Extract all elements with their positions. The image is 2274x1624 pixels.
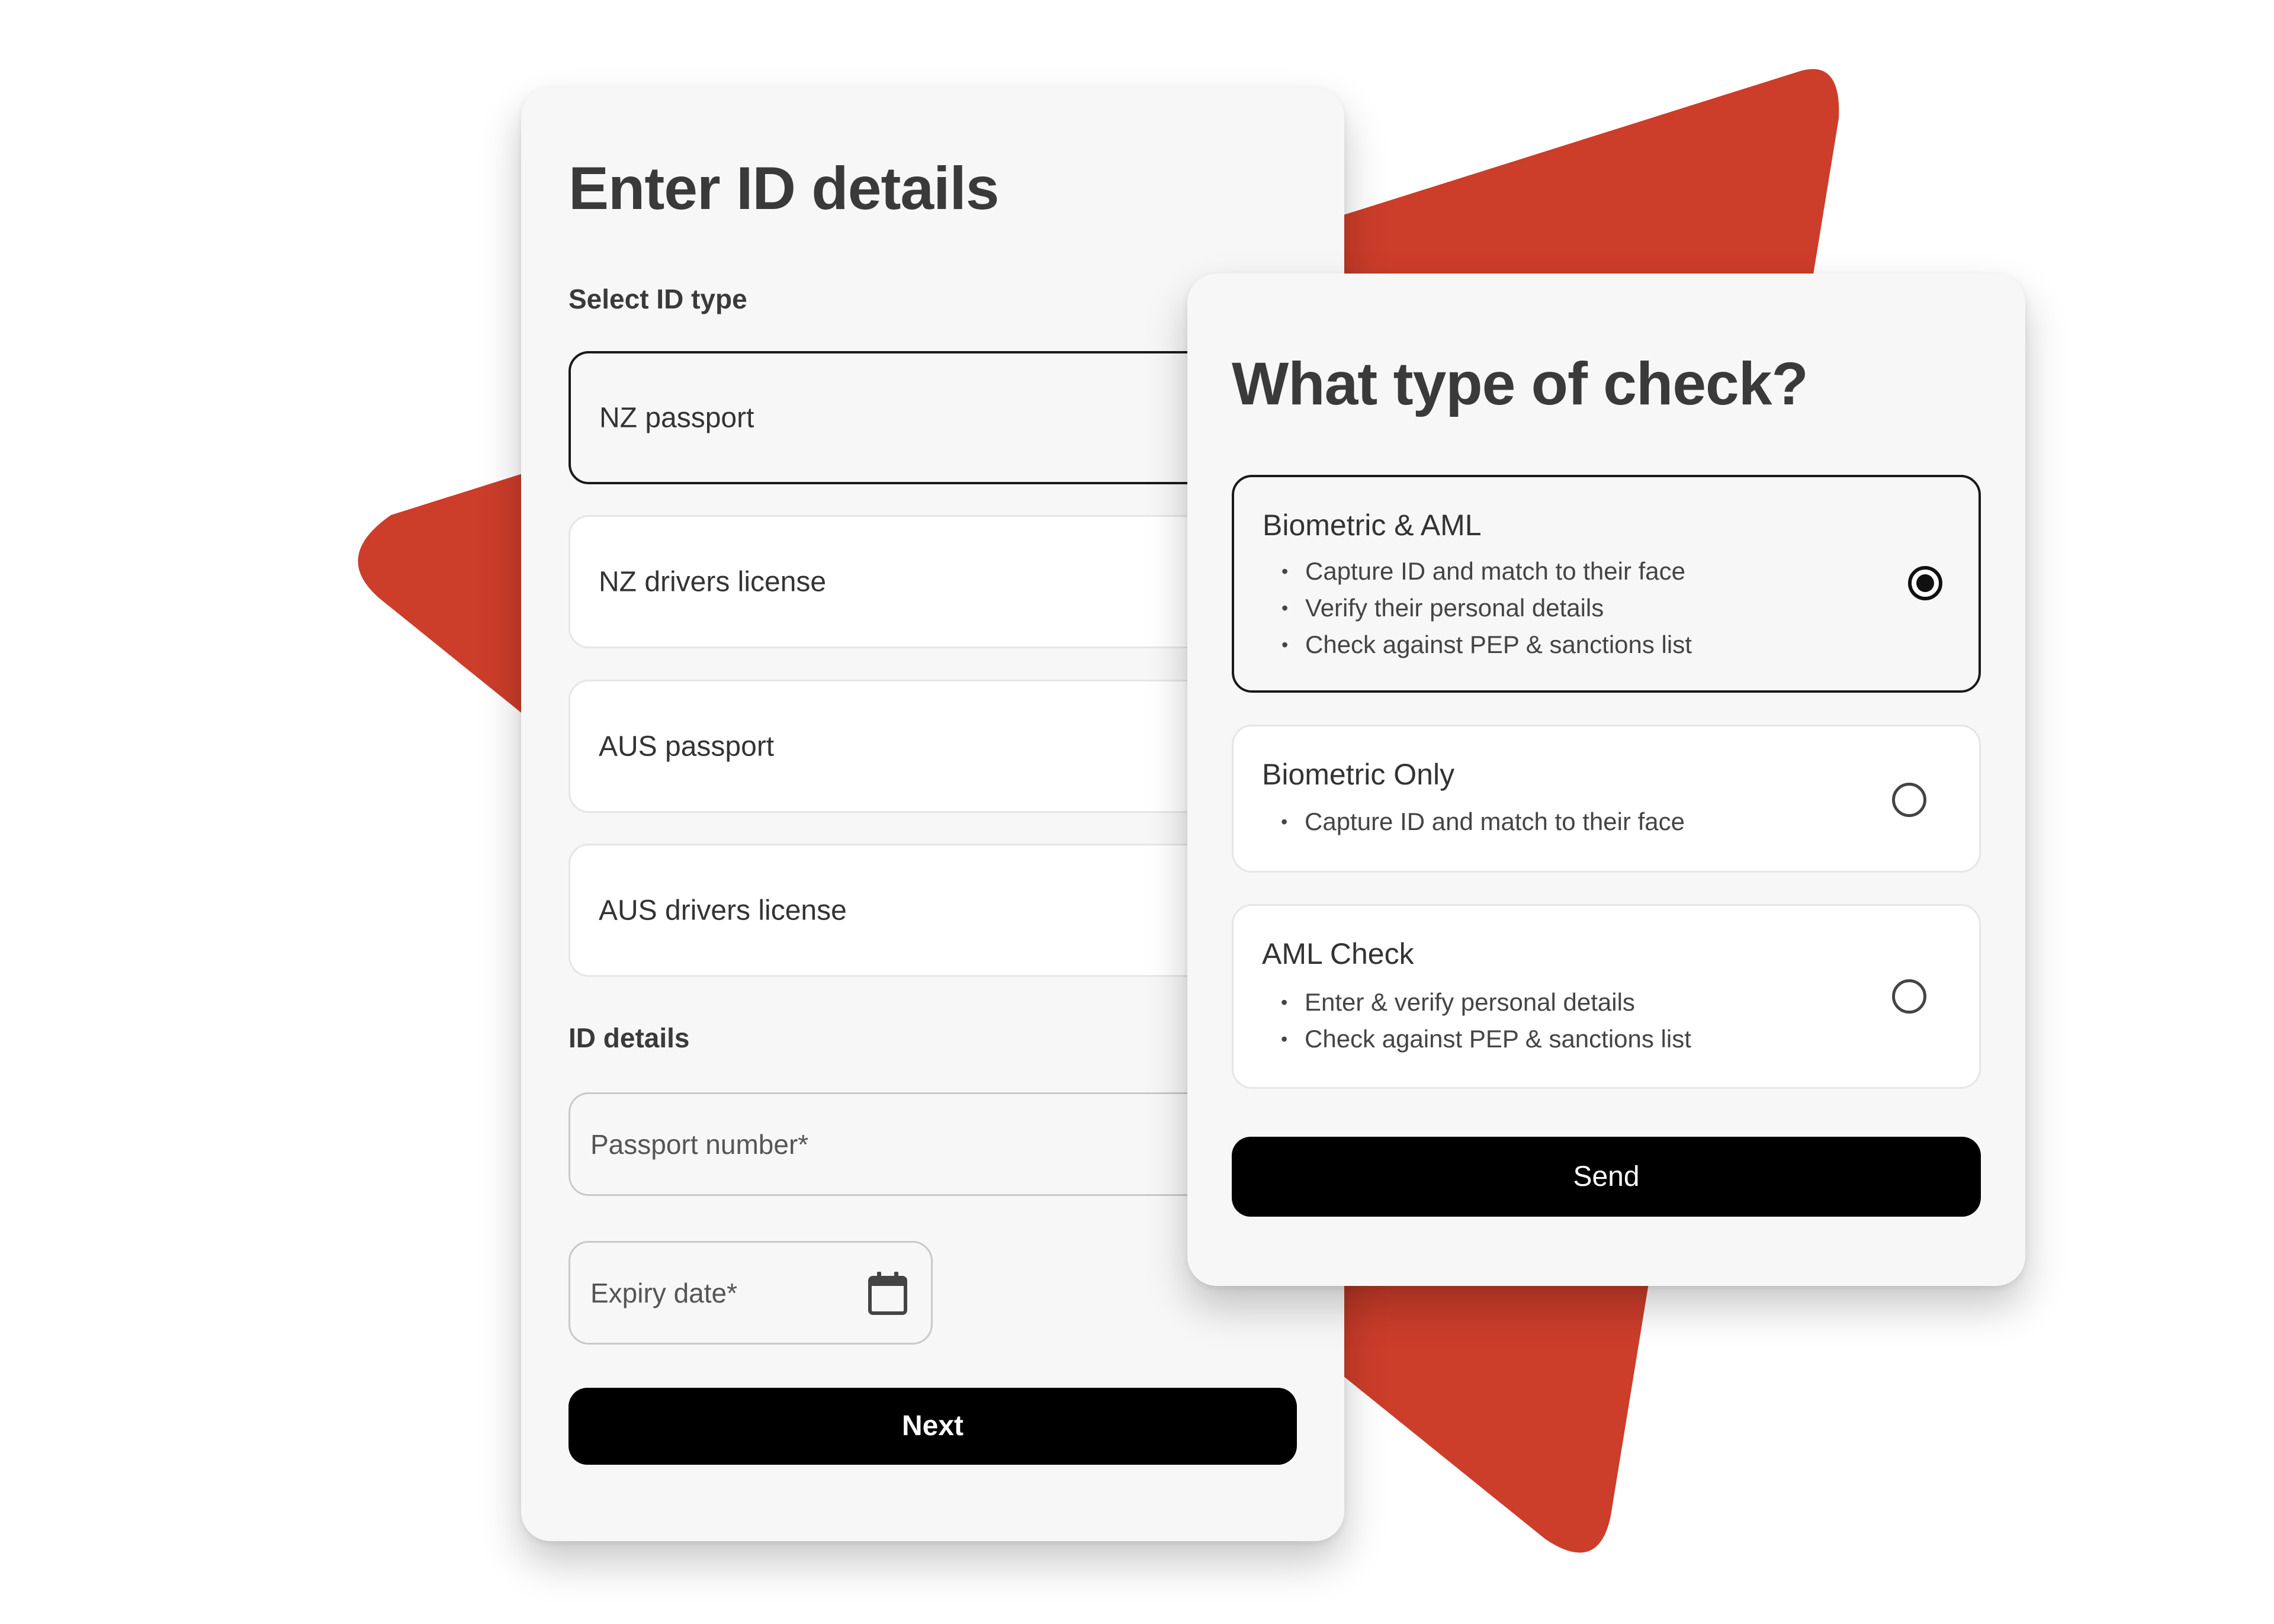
check-option-bullet: Check against PEP & sanctions list (1281, 626, 1692, 663)
radio-unselected-icon[interactable] (1892, 783, 1926, 817)
check-option-bullets: Enter & verify personal details Check ag… (1281, 984, 1691, 1057)
check-option-aml[interactable]: AML Check Enter & verify personal detail… (1232, 904, 1981, 1089)
id-type-option-label: NZ drivers license (599, 566, 827, 597)
check-type-card: What type of check? Biometric & AML Capt… (1187, 274, 2025, 1286)
check-option-bullet: Capture ID and match to their face (1281, 553, 1692, 590)
check-option-bullets: Capture ID and match to their face (1281, 803, 1685, 840)
check-option-bullet: Check against PEP & sanctions list (1281, 1021, 1691, 1057)
id-card-title: Enter ID details (568, 155, 1000, 222)
expiry-date-input[interactable] (590, 1243, 839, 1343)
id-type-option-label: NZ passport (599, 402, 754, 433)
check-option-biometric-only[interactable]: Biometric Only Capture ID and match to t… (1232, 725, 1981, 873)
next-button[interactable]: Next (568, 1388, 1297, 1465)
check-option-bullet: Enter & verify personal details (1281, 984, 1691, 1021)
check-option-bullet: Verify their personal details (1281, 590, 1692, 626)
radio-selected-icon[interactable] (1908, 566, 1942, 600)
check-option-title: AML Check (1262, 937, 1414, 970)
send-button[interactable]: Send (1232, 1137, 1981, 1217)
select-id-type-label: Select ID type (568, 284, 747, 314)
radio-unselected-icon[interactable] (1892, 979, 1926, 1014)
check-card-title: What type of check? (1232, 350, 1809, 417)
id-type-option-label: AUS passport (599, 731, 775, 762)
check-option-bullet: Capture ID and match to their face (1281, 803, 1685, 840)
id-type-option-label: AUS drivers license (599, 895, 847, 926)
passport-number-input[interactable] (590, 1094, 1204, 1194)
id-details-label: ID details (568, 1022, 690, 1053)
check-option-title: Biometric & AML (1263, 509, 1482, 542)
check-option-bullets: Capture ID and match to their face Verif… (1281, 553, 1692, 663)
check-option-title: Biometric Only (1262, 758, 1455, 791)
calendar-icon[interactable] (867, 1271, 908, 1316)
expiry-date-field (568, 1241, 933, 1345)
check-option-biometric-aml[interactable]: Biometric & AML Capture ID and match to … (1232, 475, 1981, 693)
